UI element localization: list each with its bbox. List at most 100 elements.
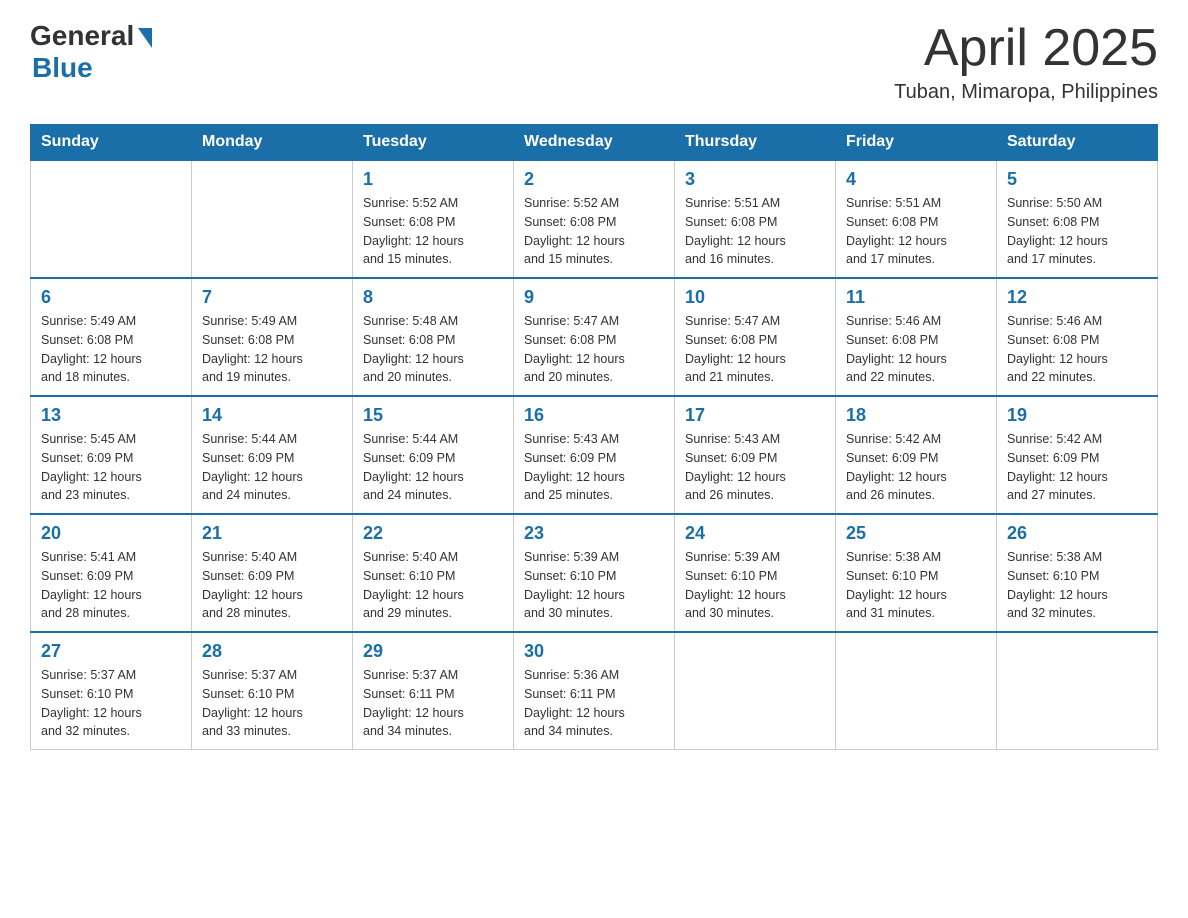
day-info: Sunrise: 5:43 AMSunset: 6:09 PMDaylight:… [685, 430, 825, 505]
day-number: 14 [202, 405, 342, 426]
calendar-cell: 8Sunrise: 5:48 AMSunset: 6:08 PMDaylight… [353, 278, 514, 396]
day-number: 6 [41, 287, 181, 308]
calendar-cell: 10 Sunrise: 5:47 AMSunset: 6:08 PMDayligh… [675, 278, 836, 396]
calendar-cell: 3 Sunrise: 5:51 AMSunset: 6:08 PMDaylight… [675, 160, 836, 278]
day-info: Sunrise: 5:40 AMSunset: 6:09 PMDaylight:… [202, 548, 342, 623]
day-info: Sunrise: 5:37 AMSunset: 6:10 PMDaylight:… [202, 666, 342, 741]
week-row-1: 1 Sunrise: 5:52 AMSunset: 6:08 PMDaylight… [31, 160, 1158, 278]
day-number: 17 [685, 405, 825, 426]
calendar-cell [675, 632, 836, 750]
day-info: Sunrise: 5:37 AMSunset: 6:11 PMDaylight:… [363, 666, 503, 741]
day-info: Sunrise: 5:39 AMSunset: 6:10 PMDaylight:… [524, 548, 664, 623]
day-info: Sunrise: 5:38 AMSunset: 6:10 PMDaylight:… [846, 548, 986, 623]
calendar-cell: 6 Sunrise: 5:49 AMSunset: 6:08 PMDaylight… [31, 278, 192, 396]
week-row-2: 6 Sunrise: 5:49 AMSunset: 6:08 PMDaylight… [31, 278, 1158, 396]
day-number: 1 [363, 169, 503, 190]
day-info: Sunrise: 5:51 AMSunset: 6:08 PMDaylight:… [685, 194, 825, 269]
weekday-header-tuesday: Tuesday [353, 125, 514, 161]
calendar-cell: 2 Sunrise: 5:52 AMSunset: 6:08 PMDaylight… [514, 160, 675, 278]
day-info: Sunrise: 5:43 AMSunset: 6:09 PMDaylight:… [524, 430, 664, 505]
day-number: 24 [685, 523, 825, 544]
day-number: 11 [846, 287, 986, 308]
calendar-cell: 22Sunrise: 5:40 AMSunset: 6:10 PMDayligh… [353, 514, 514, 632]
calendar-cell [997, 632, 1158, 750]
day-number: 3 [685, 169, 825, 190]
day-number: 7 [202, 287, 342, 308]
day-info: Sunrise: 5:47 AMSunset: 6:08 PMDaylight:… [524, 312, 664, 387]
calendar-cell: 9 Sunrise: 5:47 AMSunset: 6:08 PMDaylight… [514, 278, 675, 396]
week-row-5: 27 Sunrise: 5:37 AMSunset: 6:10 PMDayligh… [31, 632, 1158, 750]
day-info: Sunrise: 5:50 AMSunset: 6:08 PMDaylight:… [1007, 194, 1147, 269]
day-info: Sunrise: 5:49 AMSunset: 6:08 PMDaylight:… [202, 312, 342, 387]
week-row-4: 20 Sunrise: 5:41 AMSunset: 6:09 PMDayligh… [31, 514, 1158, 632]
calendar-cell: 30 Sunrise: 5:36 AMSunset: 6:11 PMDayligh… [514, 632, 675, 750]
day-info: Sunrise: 5:51 AMSunset: 6:08 PMDaylight:… [846, 194, 986, 269]
logo-blue-text: Blue [32, 52, 93, 84]
calendar-cell: 25 Sunrise: 5:38 AMSunset: 6:10 PMDayligh… [836, 514, 997, 632]
page-header: General Blue April 2025 Tuban, Mimaropa,… [30, 20, 1158, 104]
day-number: 20 [41, 523, 181, 544]
calendar-cell: 19Sunrise: 5:42 AMSunset: 6:09 PMDayligh… [997, 396, 1158, 514]
day-number: 12 [1007, 287, 1147, 308]
calendar-cell: 20 Sunrise: 5:41 AMSunset: 6:09 PMDayligh… [31, 514, 192, 632]
calendar-cell: 12Sunrise: 5:46 AMSunset: 6:08 PMDayligh… [997, 278, 1158, 396]
calendar-cell: 7 Sunrise: 5:49 AMSunset: 6:08 PMDaylight… [192, 278, 353, 396]
day-info: Sunrise: 5:45 AMSunset: 6:09 PMDaylight:… [41, 430, 181, 505]
day-number: 21 [202, 523, 342, 544]
calendar-cell [31, 160, 192, 278]
day-number: 2 [524, 169, 664, 190]
day-number: 22 [363, 523, 503, 544]
day-number: 5 [1007, 169, 1147, 190]
title-section: April 2025 Tuban, Mimaropa, Philippines [894, 20, 1158, 104]
day-number: 10 [685, 287, 825, 308]
calendar-cell: 24Sunrise: 5:39 AMSunset: 6:10 PMDayligh… [675, 514, 836, 632]
day-info: Sunrise: 5:42 AMSunset: 6:09 PMDaylight:… [1007, 430, 1147, 505]
calendar-cell: 26Sunrise: 5:38 AMSunset: 6:10 PMDayligh… [997, 514, 1158, 632]
calendar-cell: 18 Sunrise: 5:42 AMSunset: 6:09 PMDayligh… [836, 396, 997, 514]
day-info: Sunrise: 5:49 AMSunset: 6:08 PMDaylight:… [41, 312, 181, 387]
calendar-cell [836, 632, 997, 750]
day-info: Sunrise: 5:36 AMSunset: 6:11 PMDaylight:… [524, 666, 664, 741]
calendar-cell: 4 Sunrise: 5:51 AMSunset: 6:08 PMDaylight… [836, 160, 997, 278]
weekday-header-sunday: Sunday [31, 125, 192, 161]
day-info: Sunrise: 5:44 AMSunset: 6:09 PMDaylight:… [363, 430, 503, 505]
day-number: 29 [363, 641, 503, 662]
day-number: 4 [846, 169, 986, 190]
logo-arrow-icon [138, 28, 152, 48]
day-info: Sunrise: 5:46 AMSunset: 6:08 PMDaylight:… [846, 312, 986, 387]
day-number: 30 [524, 641, 664, 662]
weekday-header-wednesday: Wednesday [514, 125, 675, 161]
day-number: 18 [846, 405, 986, 426]
calendar-cell: 23Sunrise: 5:39 AMSunset: 6:10 PMDayligh… [514, 514, 675, 632]
day-number: 15 [363, 405, 503, 426]
calendar-cell: 21 Sunrise: 5:40 AMSunset: 6:09 PMDayligh… [192, 514, 353, 632]
day-number: 16 [524, 405, 664, 426]
weekday-header-friday: Friday [836, 125, 997, 161]
day-info: Sunrise: 5:37 AMSunset: 6:10 PMDaylight:… [41, 666, 181, 741]
day-number: 8 [363, 287, 503, 308]
day-info: Sunrise: 5:52 AMSunset: 6:08 PMDaylight:… [524, 194, 664, 269]
day-info: Sunrise: 5:47 AMSunset: 6:08 PMDaylight:… [685, 312, 825, 387]
day-info: Sunrise: 5:42 AMSunset: 6:09 PMDaylight:… [846, 430, 986, 505]
day-info: Sunrise: 5:38 AMSunset: 6:10 PMDaylight:… [1007, 548, 1147, 623]
calendar-header-row: SundayMondayTuesdayWednesdayThursdayFrid… [31, 125, 1158, 161]
day-number: 13 [41, 405, 181, 426]
calendar-cell: 27 Sunrise: 5:37 AMSunset: 6:10 PMDayligh… [31, 632, 192, 750]
day-number: 27 [41, 641, 181, 662]
day-number: 25 [846, 523, 986, 544]
day-number: 9 [524, 287, 664, 308]
calendar-cell: 11 Sunrise: 5:46 AMSunset: 6:08 PMDayligh… [836, 278, 997, 396]
calendar-cell: 16 Sunrise: 5:43 AMSunset: 6:09 PMDayligh… [514, 396, 675, 514]
calendar-cell: 14 Sunrise: 5:44 AMSunset: 6:09 PMDayligh… [192, 396, 353, 514]
weekday-header-saturday: Saturday [997, 125, 1158, 161]
calendar-cell: 13 Sunrise: 5:45 AMSunset: 6:09 PMDayligh… [31, 396, 192, 514]
month-year-title: April 2025 [894, 20, 1158, 77]
weekday-header-thursday: Thursday [675, 125, 836, 161]
calendar-cell: 1Sunrise: 5:52 AMSunset: 6:08 PMDaylight… [353, 160, 514, 278]
calendar-cell: 29 Sunrise: 5:37 AMSunset: 6:11 PMDayligh… [353, 632, 514, 750]
calendar-cell [192, 160, 353, 278]
logo: General Blue [30, 20, 152, 84]
day-info: Sunrise: 5:41 AMSunset: 6:09 PMDaylight:… [41, 548, 181, 623]
calendar-cell: 17 Sunrise: 5:43 AMSunset: 6:09 PMDayligh… [675, 396, 836, 514]
day-info: Sunrise: 5:44 AMSunset: 6:09 PMDaylight:… [202, 430, 342, 505]
